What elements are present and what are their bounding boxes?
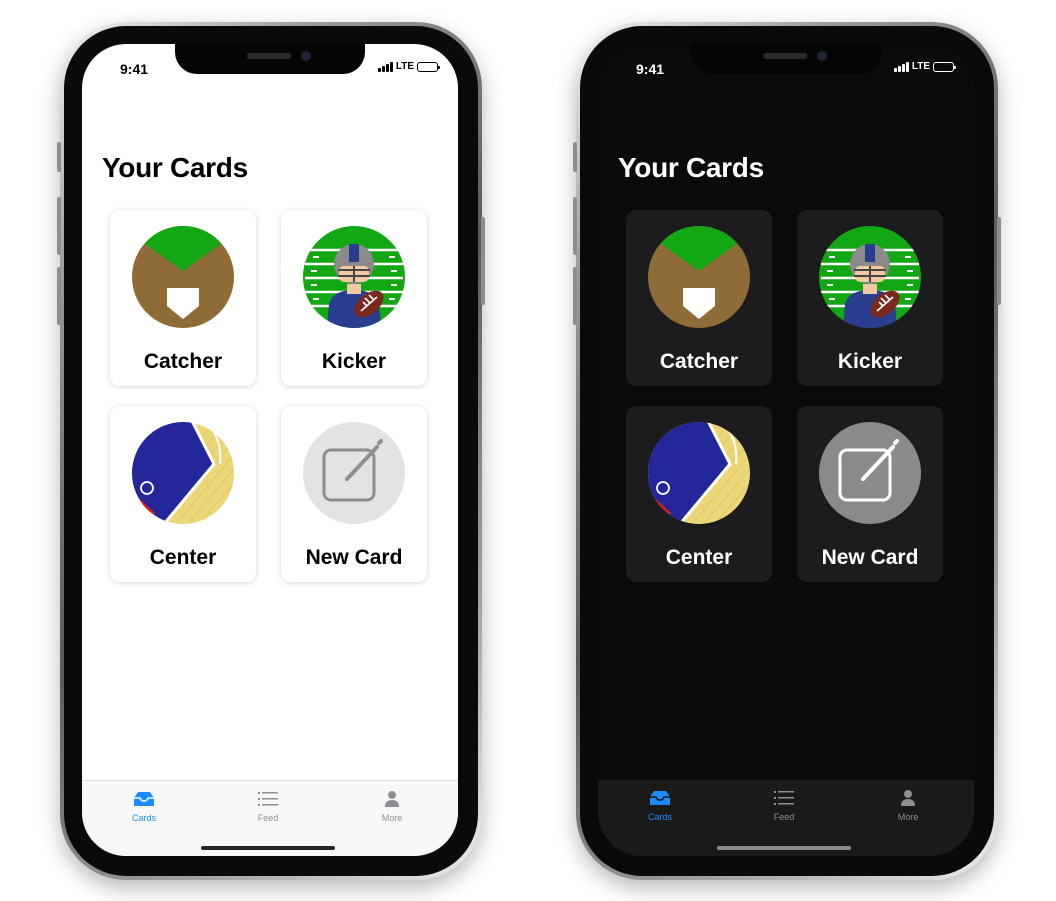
- compose-icon: [303, 422, 405, 524]
- tray-icon: [650, 791, 670, 805]
- catcher-icon: [648, 226, 750, 328]
- tab-bar: Cards Feed More: [82, 780, 458, 856]
- tab-label: More: [897, 812, 919, 822]
- catcher-icon: [132, 226, 234, 328]
- card-kicker[interactable]: Kicker: [281, 210, 427, 386]
- card-label: Kicker: [321, 350, 387, 373]
- power-button: [481, 217, 485, 305]
- network-type: LTE: [395, 61, 414, 72]
- tab-feed[interactable]: Feed: [228, 789, 308, 823]
- center-icon: [132, 422, 234, 524]
- volume-up-button: [573, 197, 577, 255]
- card-label: Catcher: [143, 350, 223, 373]
- screen-light: 9:41 LTE Your Cards Catcher Kicker Cente…: [82, 44, 458, 856]
- status-indicators: LTE: [893, 61, 956, 72]
- tab-more[interactable]: More: [868, 788, 948, 822]
- tab-more[interactable]: More: [352, 789, 432, 823]
- card-label: Catcher: [659, 350, 739, 373]
- card-label: Center: [149, 546, 217, 569]
- card-kicker[interactable]: Kicker: [797, 210, 943, 386]
- list-icon: [774, 791, 794, 805]
- volume-up-button: [57, 197, 61, 255]
- tab-feed[interactable]: Feed: [744, 788, 824, 822]
- kicker-icon: [819, 226, 921, 328]
- tab-label: More: [381, 813, 403, 823]
- volume-down-button: [57, 267, 61, 325]
- page-title: Your Cards: [102, 152, 248, 183]
- signal-icon: [893, 61, 909, 72]
- person-icon: [385, 791, 399, 807]
- status-time: 9:41: [636, 61, 665, 77]
- home-indicator[interactable]: [717, 846, 851, 850]
- tab-label: Cards: [131, 813, 156, 823]
- phone-frame-light: 9:41 LTE Your Cards Catcher Kicker Cente…: [57, 22, 485, 880]
- tab-label: Feed: [257, 813, 279, 823]
- tray-icon: [134, 792, 154, 806]
- screen-dark: 9:41 LTE Your Cards Catcher Kicker Cente…: [598, 44, 974, 856]
- status-indicators: LTE: [377, 61, 440, 72]
- card-catcher[interactable]: Catcher: [110, 210, 256, 386]
- tab-bar: Cards Feed More: [598, 780, 974, 856]
- battery-icon: [933, 61, 956, 72]
- compose-icon: [819, 422, 921, 524]
- battery-icon: [417, 61, 440, 72]
- tab-label: Feed: [773, 812, 795, 822]
- tab-cards[interactable]: Cards: [104, 789, 184, 823]
- status-time: 9:41: [120, 61, 149, 77]
- card-center[interactable]: Center: [110, 406, 256, 582]
- card-catcher[interactable]: Catcher: [626, 210, 772, 386]
- card-label: Kicker: [837, 350, 903, 373]
- list-icon: [258, 792, 278, 806]
- tab-cards[interactable]: Cards: [620, 788, 700, 822]
- home-indicator[interactable]: [201, 846, 335, 850]
- signal-icon: [377, 61, 393, 72]
- new-card-button[interactable]: New Card: [797, 406, 943, 582]
- notch: [175, 44, 365, 74]
- person-icon: [901, 790, 915, 806]
- new-card-button[interactable]: New Card: [281, 406, 427, 582]
- silent-switch: [57, 142, 61, 172]
- tab-label: Cards: [647, 812, 672, 822]
- center-icon: [648, 422, 750, 524]
- network-type: LTE: [911, 61, 930, 72]
- power-button: [997, 217, 1001, 305]
- volume-down-button: [573, 267, 577, 325]
- silent-switch: [573, 142, 577, 172]
- kicker-icon: [303, 226, 405, 328]
- notch: [691, 44, 881, 74]
- card-label: New Card: [305, 546, 403, 569]
- page-title: Your Cards: [618, 152, 764, 183]
- card-label: New Card: [821, 546, 919, 569]
- phone-frame-dark: 9:41 LTE Your Cards Catcher Kicker Cente…: [573, 22, 1001, 880]
- card-center[interactable]: Center: [626, 406, 772, 582]
- card-label: Center: [665, 546, 733, 569]
